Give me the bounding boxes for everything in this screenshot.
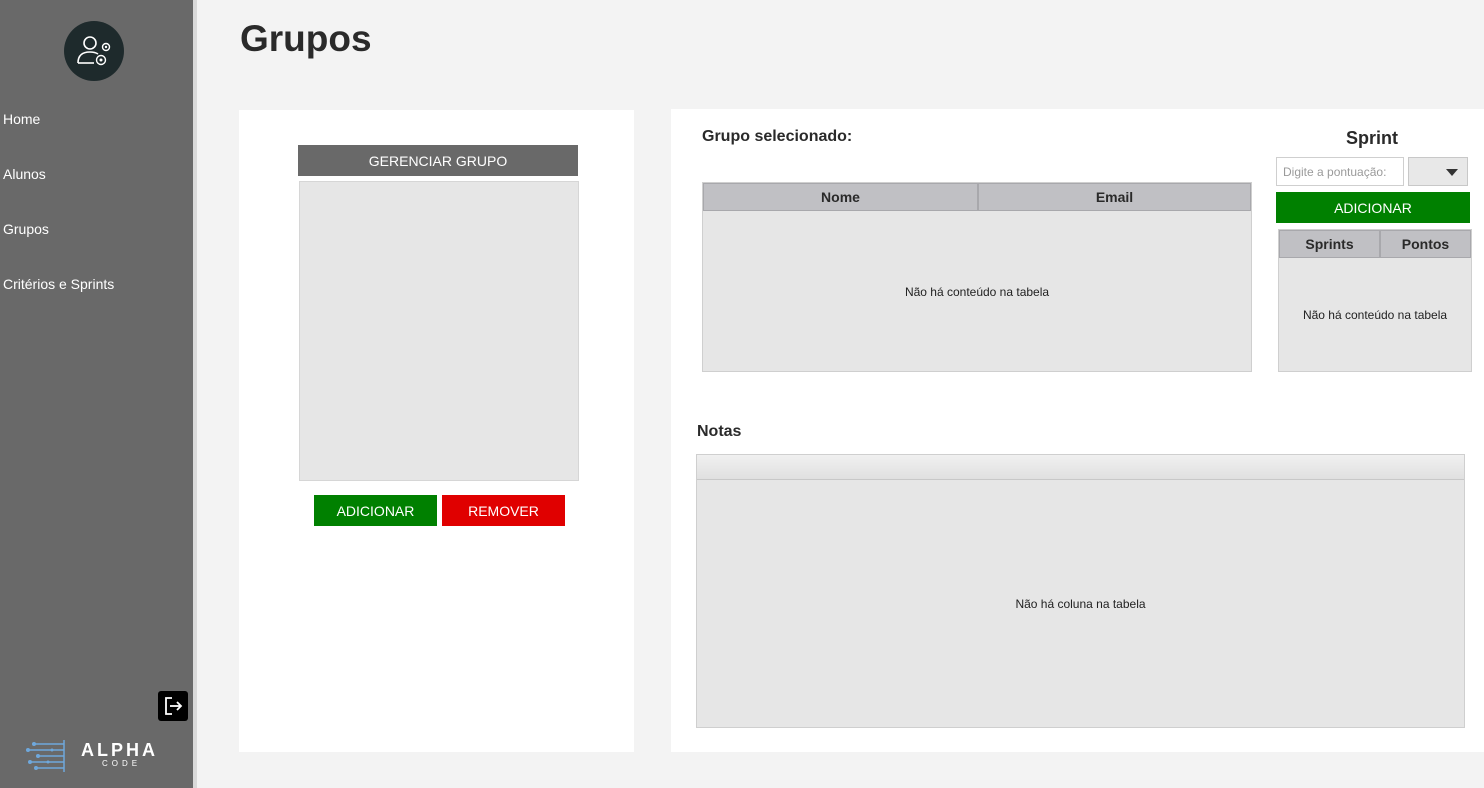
sidebar: Home Alunos Grupos Critérios e Sprints A… (0, 0, 197, 788)
selected-group-label: Grupo selecionado: (702, 128, 853, 145)
notes-title: Notas (697, 423, 742, 440)
sprint-select[interactable] (1408, 157, 1468, 186)
notes-table-header (697, 455, 1464, 480)
group-list[interactable] (299, 181, 579, 481)
nav-criterios-sprints[interactable]: Critérios e Sprints (3, 276, 114, 292)
sprint-title: Sprint (1346, 128, 1398, 148)
sprint-table-empty-message: Não há conteúdo na tabela (1302, 308, 1448, 322)
sprint-scores-table[interactable]: Sprints Pontos Não há conteúdo na tabela (1278, 229, 1472, 372)
group-management-panel: GERENCIAR GRUPO ADICIONAR REMOVER (239, 110, 634, 752)
logout-icon[interactable] (158, 691, 188, 721)
page-title: Grupos (240, 18, 372, 59)
brand-name: ALPHA (81, 740, 158, 760)
chevron-down-icon (1446, 169, 1458, 176)
members-table-header: Nome Email (703, 183, 1251, 211)
remove-group-button[interactable]: REMOVER (442, 495, 565, 526)
members-table-empty-message: Não há conteúdo na tabela (904, 285, 1050, 299)
add-score-button[interactable]: ADICIONAR (1276, 192, 1470, 223)
column-header-email[interactable]: Email (978, 183, 1251, 211)
notes-table[interactable]: Não há coluna na tabela (696, 454, 1465, 728)
add-group-button[interactable]: ADICIONAR (314, 495, 437, 526)
nav-grupos[interactable]: Grupos (3, 221, 49, 237)
user-settings-icon (64, 21, 124, 81)
members-table[interactable]: Nome Email Não há conteúdo na tabela (702, 182, 1252, 372)
column-header-pontos[interactable]: Pontos (1380, 230, 1471, 258)
alpha-code-logo: ALPHA CODE (24, 736, 164, 776)
column-header-sprints[interactable]: Sprints (1279, 230, 1380, 258)
nav-alunos[interactable]: Alunos (3, 166, 46, 182)
group-details-panel: Grupo selecionado: Nome Email Não há con… (671, 109, 1484, 752)
sprint-scores-table-header: Sprints Pontos (1279, 230, 1471, 258)
alpha-code-logo-mark (26, 740, 65, 772)
nav-home[interactable]: Home (3, 111, 40, 127)
brand-subtitle: CODE (102, 759, 142, 768)
notes-table-empty-message: Não há coluna na tabela (1015, 597, 1146, 611)
column-header-nome[interactable]: Nome (703, 183, 978, 211)
manage-group-button[interactable]: GERENCIAR GRUPO (298, 145, 578, 176)
score-input[interactable] (1276, 157, 1404, 186)
